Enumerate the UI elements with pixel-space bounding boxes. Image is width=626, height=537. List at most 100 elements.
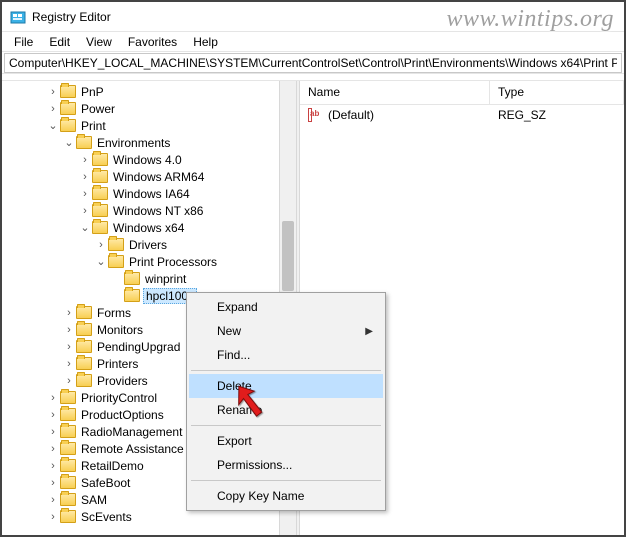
tree-label: Windows ARM64: [111, 170, 206, 184]
expand-toggle[interactable]: ›: [46, 511, 60, 523]
expand-toggle[interactable]: ›: [46, 86, 60, 98]
expand-toggle[interactable]: ⌄: [94, 255, 108, 268]
ctx-find-[interactable]: Find...: [189, 343, 383, 367]
tree-node-pnp[interactable]: ›PnP: [2, 83, 296, 100]
expand-toggle[interactable]: ›: [62, 324, 76, 336]
expand-toggle[interactable]: ›: [78, 171, 92, 183]
folder-icon: [76, 323, 92, 336]
ctx-label: Export: [217, 434, 252, 448]
tree-label: Printers: [95, 357, 140, 371]
folder-icon: [60, 510, 76, 523]
expand-toggle[interactable]: ›: [46, 426, 60, 438]
menu-edit[interactable]: Edit: [41, 34, 78, 50]
folder-icon: [124, 289, 140, 302]
ctx-export[interactable]: Export: [189, 429, 383, 453]
ctx-label: Permissions...: [217, 458, 292, 472]
ctx-permissions-[interactable]: Permissions...: [189, 453, 383, 477]
tree-label: Windows IA64: [111, 187, 192, 201]
ctx-label: New: [217, 324, 241, 338]
expand-toggle[interactable]: ›: [46, 477, 60, 489]
tree-label: Print Processors: [127, 255, 219, 269]
value-icon: [300, 107, 320, 123]
tree-node-windows-x64[interactable]: ⌄ Windows x64: [2, 219, 296, 236]
tree-label: ScEvents: [79, 510, 134, 524]
expand-toggle[interactable]: ›: [62, 358, 76, 370]
folder-icon: [76, 136, 92, 149]
tree-node-windows-nt-x86[interactable]: › Windows NT x86: [2, 202, 296, 219]
regedit-icon: [10, 9, 26, 25]
folder-icon: [60, 442, 76, 455]
menu-favorites[interactable]: Favorites: [120, 34, 185, 50]
list-row[interactable]: (Default) REG_SZ: [300, 105, 624, 125]
folder-icon: [76, 374, 92, 387]
column-name[interactable]: Name: [300, 81, 490, 104]
ctx-expand[interactable]: Expand: [189, 295, 383, 319]
folder-icon: [60, 425, 76, 438]
ctx-new[interactable]: New▶: [189, 319, 383, 343]
tree-label: Windows NT x86: [111, 204, 205, 218]
ctx-label: Expand: [217, 300, 258, 314]
context-menu: Expand New▶Find... DeleteRename Export Permi…: [186, 292, 386, 511]
tree-label: Drivers: [127, 238, 169, 252]
tree-node-power[interactable]: › Power: [2, 100, 296, 117]
address-input[interactable]: [4, 53, 622, 73]
expand-toggle[interactable]: ⌄: [78, 221, 92, 234]
menu-help[interactable]: Help: [185, 34, 226, 50]
expand-toggle[interactable]: ›: [46, 103, 60, 115]
folder-icon: [60, 119, 76, 132]
expand-toggle[interactable]: ›: [62, 375, 76, 387]
tree-label: Monitors: [95, 323, 145, 337]
tree-node-environments[interactable]: ⌄Environments: [2, 134, 296, 151]
expand-toggle[interactable]: ›: [94, 239, 108, 251]
tree-node-winprint[interactable]: winprint: [2, 270, 296, 287]
tree-label: Remote Assistance: [79, 442, 186, 456]
tree-node-windows-ia64[interactable]: › Windows IA64: [2, 185, 296, 202]
ctx-rename[interactable]: Rename: [189, 398, 383, 422]
tree-label: Providers: [95, 374, 150, 388]
address-bar: [2, 52, 624, 74]
ctx-delete[interactable]: Delete: [189, 374, 383, 398]
expand-toggle[interactable]: ›: [62, 307, 76, 319]
tree-label: Windows x64: [111, 221, 186, 235]
tree-label: ProductOptions: [79, 408, 166, 422]
ctx-copy-key-name[interactable]: Copy Key Name: [189, 484, 383, 508]
list-header: Name Type: [300, 81, 624, 105]
tree-label: PriorityControl: [79, 391, 159, 405]
expand-toggle[interactable]: ›: [46, 460, 60, 472]
expand-toggle[interactable]: ›: [46, 392, 60, 404]
folder-icon: [60, 391, 76, 404]
expand-toggle[interactable]: ›: [46, 443, 60, 455]
tree-node-print[interactable]: ⌄Print: [2, 117, 296, 134]
expand-toggle[interactable]: ⌄: [62, 136, 76, 149]
expand-toggle[interactable]: ›: [78, 188, 92, 200]
folder-icon: [92, 187, 108, 200]
folder-icon: [60, 408, 76, 421]
expand-toggle[interactable]: ⌄: [46, 119, 60, 132]
tree-label: RadioManagement: [79, 425, 184, 439]
tree-label: RetailDemo: [79, 459, 146, 473]
expand-toggle[interactable]: ›: [46, 494, 60, 506]
folder-icon: [60, 459, 76, 472]
column-type[interactable]: Type: [490, 81, 624, 104]
tree-node-windows-arm64[interactable]: › Windows ARM64: [2, 168, 296, 185]
expand-toggle[interactable]: ›: [78, 205, 92, 217]
folder-icon: [60, 102, 76, 115]
folder-icon: [92, 153, 108, 166]
scrollbar-thumb[interactable]: [282, 221, 294, 291]
folder-icon: [92, 204, 108, 217]
tree-label: Power: [79, 102, 117, 116]
folder-icon: [60, 85, 76, 98]
tree-label: PendingUpgrad: [95, 340, 182, 354]
menu-view[interactable]: View: [78, 34, 120, 50]
menu-file[interactable]: File: [6, 34, 41, 50]
tree-node-print-processors[interactable]: ⌄ Print Processors: [2, 253, 296, 270]
window-title: Registry Editor: [32, 10, 111, 24]
expand-toggle[interactable]: ›: [62, 341, 76, 353]
expand-toggle[interactable]: ›: [78, 154, 92, 166]
folder-icon: [60, 493, 76, 506]
expand-toggle[interactable]: ›: [46, 409, 60, 421]
tree-node-windows-4-0[interactable]: ›Windows 4.0: [2, 151, 296, 168]
tree-node-drivers[interactable]: › Drivers: [2, 236, 296, 253]
tree-label: winprint: [143, 272, 188, 286]
ctx-label: Copy Key Name: [217, 489, 304, 503]
